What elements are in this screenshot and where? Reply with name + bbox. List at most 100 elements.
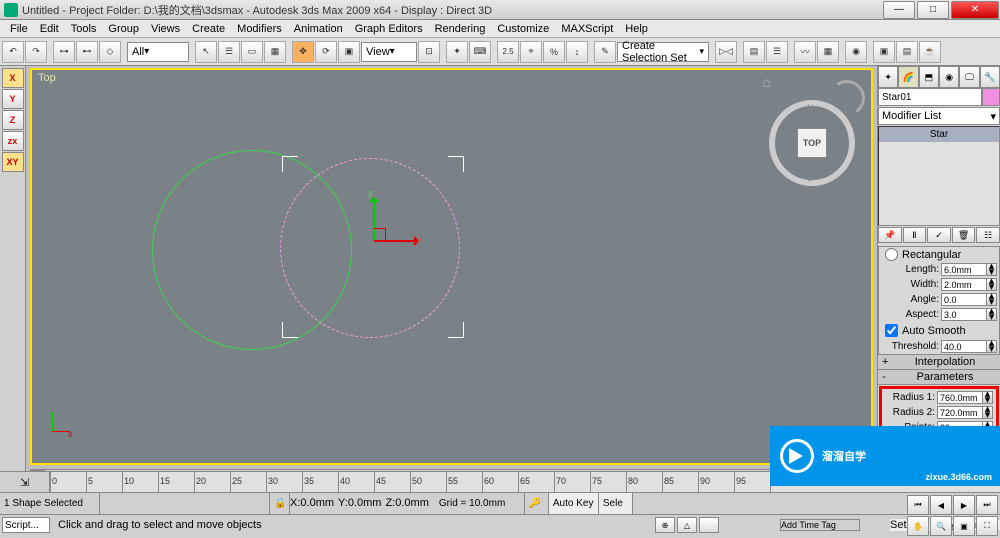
percent-snap-button[interactable]: % bbox=[543, 41, 565, 63]
menu-maxscript[interactable]: MAXScript bbox=[555, 23, 619, 35]
select-window-button[interactable]: ▦ bbox=[264, 41, 286, 63]
autokey-button[interactable]: Auto Key bbox=[549, 493, 599, 514]
rendered-frame-button[interactable]: ▤ bbox=[896, 41, 918, 63]
remove-mod-button[interactable]: 🗑 bbox=[952, 227, 976, 243]
selected-button[interactable]: Sele bbox=[599, 493, 633, 514]
radius1-field[interactable]: 760.0mm bbox=[937, 391, 983, 404]
spinner-snap-button[interactable]: ↕ bbox=[566, 41, 588, 63]
snap-button[interactable]: 2.5 bbox=[497, 41, 519, 63]
menu-modifiers[interactable]: Modifiers bbox=[231, 23, 288, 35]
align-button[interactable]: ▤ bbox=[743, 41, 765, 63]
maxscript-listener[interactable]: Script... bbox=[2, 517, 50, 533]
modify-tab[interactable]: 🌈 bbox=[898, 66, 918, 88]
goto-start-button[interactable]: ⏮ bbox=[907, 495, 929, 515]
refcoord-dropdown[interactable]: View ▾ bbox=[361, 42, 417, 62]
aspect-field[interactable]: 3.0 bbox=[941, 308, 987, 321]
menu-edit[interactable]: Edit bbox=[34, 23, 65, 35]
unique-button[interactable]: ✓ bbox=[927, 227, 951, 243]
next-frame-button[interactable]: ⏭ bbox=[976, 495, 998, 515]
create-tab[interactable]: ✦ bbox=[878, 66, 898, 88]
menu-grapheditors[interactable]: Graph Editors bbox=[349, 23, 429, 35]
curve-editor-button[interactable]: 〰 bbox=[794, 41, 816, 63]
bind-button[interactable]: ◇ bbox=[99, 41, 121, 63]
menu-views[interactable]: Views bbox=[145, 23, 186, 35]
display-tab[interactable]: 🖵 bbox=[959, 66, 979, 88]
interpolation-rollout-header[interactable]: +Interpolation bbox=[878, 355, 1000, 370]
show-end-button[interactable]: Ⅱ bbox=[903, 227, 927, 243]
material-editor-button[interactable]: ◉ bbox=[845, 41, 867, 63]
utilities-tab[interactable]: 🔧 bbox=[980, 66, 1000, 88]
threshold-spinner[interactable]: ▴▾ bbox=[987, 340, 997, 353]
radius2-field[interactable]: 720.0mm bbox=[937, 406, 983, 419]
editnamed-button[interactable]: ✎ bbox=[594, 41, 616, 63]
select-rect-button[interactable]: ▭ bbox=[241, 41, 263, 63]
pin-stack-button[interactable]: 📌 bbox=[878, 227, 902, 243]
timetag-button[interactable]: Add Time Tag bbox=[780, 519, 860, 531]
play-button[interactable]: ▶ bbox=[953, 495, 975, 515]
undo-button[interactable]: ↶ bbox=[2, 41, 24, 63]
menu-help[interactable]: Help bbox=[619, 23, 654, 35]
manipulate-button[interactable]: ✦ bbox=[446, 41, 468, 63]
viewport-top[interactable]: Top ⌂ N S TOP x bbox=[30, 68, 873, 465]
modifier-list-dropdown[interactable]: Modifier List▾ bbox=[878, 107, 1000, 125]
lock-button[interactable]: 🔒 bbox=[270, 493, 290, 514]
fov-button[interactable]: ▣ bbox=[953, 516, 975, 536]
select-button[interactable]: ↖ bbox=[195, 41, 217, 63]
render-button[interactable]: ☕ bbox=[919, 41, 941, 63]
angle-field[interactable]: 0.0 bbox=[941, 293, 987, 306]
autosmooth-checkbox[interactable] bbox=[885, 324, 898, 337]
key-icon[interactable]: 🔑 bbox=[525, 493, 549, 514]
redo-button[interactable]: ↷ bbox=[25, 41, 47, 63]
zoom-button[interactable]: 🔍 bbox=[930, 516, 952, 536]
threshold-field[interactable]: 40.0 bbox=[941, 340, 987, 353]
viewcube-home-icon[interactable]: ⌂ bbox=[763, 74, 771, 90]
configure-button[interactable]: ☷ bbox=[976, 227, 1000, 243]
viewcube-face[interactable]: TOP bbox=[797, 128, 827, 158]
modifier-stack[interactable]: Star bbox=[878, 126, 1000, 226]
axis-y-button[interactable]: Y bbox=[2, 89, 24, 109]
trackbar-toggle-button[interactable]: ⇲ bbox=[0, 472, 50, 492]
keymode-button[interactable]: ⌨ bbox=[469, 41, 491, 63]
close-button[interactable]: ✕ bbox=[951, 1, 999, 19]
menu-create[interactable]: Create bbox=[186, 23, 231, 35]
menu-animation[interactable]: Animation bbox=[288, 23, 349, 35]
move-button[interactable]: ✥ bbox=[292, 41, 314, 63]
object-name-field[interactable]: Star01 bbox=[878, 88, 982, 106]
prev-frame-button[interactable]: ◀ bbox=[930, 495, 952, 515]
layers-button[interactable]: ☰ bbox=[766, 41, 788, 63]
axis-xy-button[interactable]: XY bbox=[2, 152, 24, 172]
abs-rel-button[interactable]: ⊕ bbox=[655, 517, 675, 533]
rectangular-radio[interactable] bbox=[885, 248, 898, 261]
link-button[interactable]: ⊶ bbox=[53, 41, 75, 63]
menu-rendering[interactable]: Rendering bbox=[429, 23, 492, 35]
y-coord-field[interactable]: 0.0mm bbox=[348, 497, 382, 509]
parameters-rollout-header[interactable]: -Parameters bbox=[878, 370, 1000, 385]
unlink-button[interactable]: ⊷ bbox=[76, 41, 98, 63]
lock-selection-button[interactable] bbox=[699, 517, 719, 533]
mirror-button[interactable]: ▷◁ bbox=[715, 41, 737, 63]
named-selection-dropdown[interactable]: Create Selection Set ▾ bbox=[617, 42, 709, 62]
hierarchy-tab[interactable]: ⬒ bbox=[919, 66, 939, 88]
motion-tab[interactable]: ◉ bbox=[939, 66, 959, 88]
maximize-button[interactable]: □ bbox=[917, 1, 949, 19]
gizmo-xy-plane[interactable] bbox=[374, 228, 386, 240]
object-color-swatch[interactable] bbox=[982, 88, 1000, 106]
scale-button[interactable]: ▣ bbox=[338, 41, 360, 63]
rotate-button[interactable]: ⟳ bbox=[315, 41, 337, 63]
menu-tools[interactable]: Tools bbox=[65, 23, 103, 35]
select-name-button[interactable]: ☰ bbox=[218, 41, 240, 63]
x-coord-field[interactable]: 0.0mm bbox=[300, 497, 334, 509]
z-coord-field[interactable]: 0.0mm bbox=[395, 497, 429, 509]
menu-file[interactable]: File bbox=[4, 23, 34, 35]
viewcube[interactable]: N S TOP bbox=[769, 100, 855, 186]
maximize-vp-button[interactable]: ⛶ bbox=[976, 516, 998, 536]
minimize-button[interactable]: — bbox=[883, 1, 915, 19]
schematic-button[interactable]: ▦ bbox=[817, 41, 839, 63]
angle-snap-button[interactable]: ⌖ bbox=[520, 41, 542, 63]
aspect-spinner[interactable]: ▴▾ bbox=[987, 308, 997, 321]
scene-star-shape[interactable] bbox=[280, 158, 460, 338]
axis-zx-button[interactable]: zx bbox=[2, 131, 24, 151]
iso-button[interactable]: △ bbox=[677, 517, 697, 533]
pivot-button[interactable]: ⊡ bbox=[418, 41, 440, 63]
width-field[interactable]: 2.0mm bbox=[941, 278, 987, 291]
